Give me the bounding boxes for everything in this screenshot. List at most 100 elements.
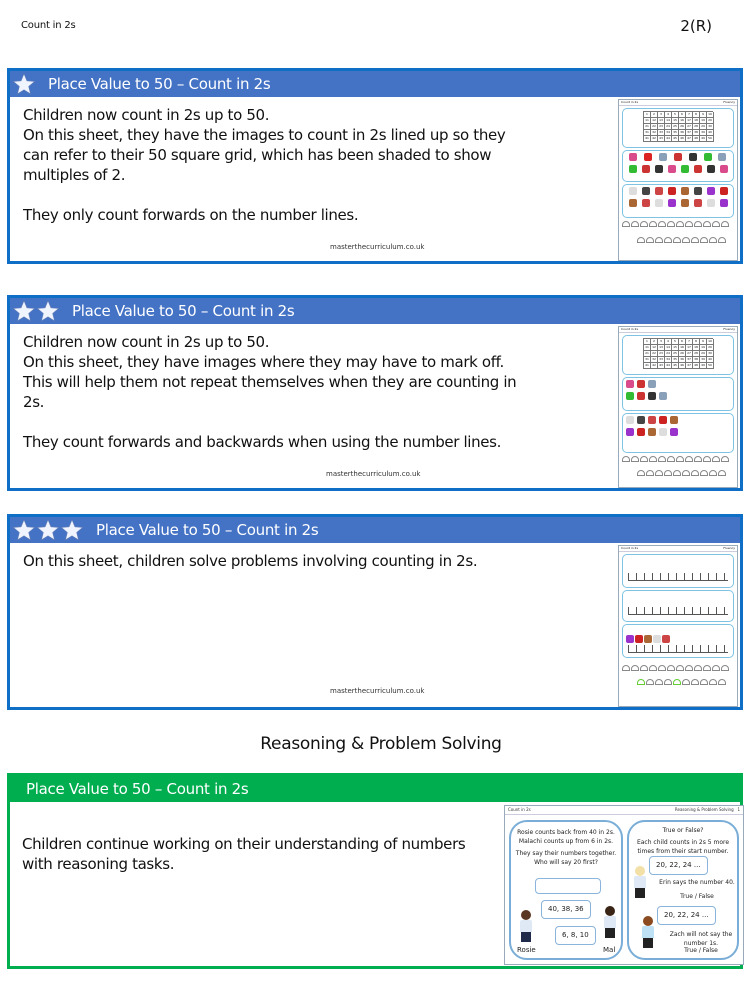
grid-cell: 45 (672, 363, 679, 369)
thumbnail-header: Count in 2s Fluency (619, 546, 737, 552)
rps-card-right: True or False? Each child counts in 2s 5… (627, 820, 739, 960)
speech-bubble-rosie: 40, 38, 36 (541, 900, 591, 919)
panel-title: Place Value to 50 – Count in 2s (96, 521, 319, 539)
grid-cell: 46 (679, 363, 686, 369)
number-line (619, 664, 737, 672)
star-icon (12, 299, 36, 322)
page-number: 2(R) (680, 17, 712, 35)
panel-description: On this sheet, children solve problems i… (23, 552, 478, 570)
card-text-line: Who will say 20 first? (534, 859, 598, 866)
section-title: Reasoning & Problem Solving (260, 734, 502, 754)
statement-erin: Erin says the number 40. (659, 879, 735, 886)
grid-cell: 44 (665, 363, 672, 369)
difficulty-stars (12, 72, 36, 96)
number-line (619, 678, 737, 686)
grid-cell: 41 (644, 363, 651, 369)
grid-cell: 47 (686, 363, 693, 369)
panel-header: Place Value to 50 – Count in 2s (10, 776, 740, 802)
speech-bubble-mal: 6, 8, 10 (555, 926, 596, 945)
difficulty-stars (12, 518, 84, 542)
thumbnail-header: Count in 2s Fluency (619, 327, 737, 333)
hundred-grid-box: 1 2 3 4 5 6 7 8 9 10 11 12 13 14 15 16 17 18 19 20 21 22 23 24 2… (622, 335, 734, 375)
thumbnail-section: Reasoning & Problem Solving (674, 807, 734, 812)
grid-cell: 45 (672, 136, 679, 142)
images-box (622, 377, 734, 411)
grid-cell: 41 (644, 136, 651, 142)
number-line (619, 236, 737, 244)
grid-cell: 48 (693, 363, 700, 369)
images-box (622, 150, 734, 182)
answer-box[interactable] (535, 878, 601, 894)
card-text-line: Rosie counts back from 40 in 2s. (517, 829, 615, 836)
speech-bubble-zach: 20, 22, 24 ... (657, 906, 716, 925)
panel-description: Children continue working on their under… (22, 835, 466, 873)
thumbnail-page-number: 1 (737, 807, 740, 812)
star-icon (36, 299, 60, 322)
true-false-toggle[interactable]: True / False (659, 892, 735, 901)
grid-cell: 42 (651, 136, 658, 142)
grid-cell: 43 (658, 136, 665, 142)
number-line (619, 220, 737, 228)
grid-cell: 49 (700, 363, 707, 369)
worksheet-thumbnail[interactable]: Count in 2s Fluency 1 2 3 4 5 6 7 8 9 10 11 12 13 14 15… (618, 326, 738, 488)
panel-title: Place Value to 50 – Count in 2s (26, 780, 249, 798)
worksheet-thumbnail[interactable]: Count in 2s Fluency 1 2 3 4 5 6 7 8 9 10 11 12 13 14 15… (618, 99, 738, 261)
grid-cell: 50 (707, 136, 714, 142)
thumbnail-header: Count in 2s Reasoning & Problem Solving … (505, 806, 743, 815)
number-line (619, 455, 737, 463)
panel-title: Place Value to 50 – Count in 2s (48, 75, 271, 93)
character-zach (641, 916, 655, 948)
grid-cell: 42 (651, 363, 658, 369)
panel-title: Place Value to 50 – Count in 2s (72, 302, 295, 320)
label-mal: Mal (603, 946, 616, 954)
grid-cell: 43 (658, 363, 665, 369)
credit-text: masterthecurriculum.co.uk (330, 243, 425, 251)
speech-bubble-erin: 20, 22, 24 ... (649, 856, 708, 875)
thumbnail-topic: Count in 2s (508, 807, 531, 812)
credit-text: masterthecurriculum.co.uk (330, 687, 425, 695)
card-text-line: They say their numbers together. (515, 850, 617, 857)
worksheet-thumbnail[interactable]: Count in 2s Fluency (618, 545, 738, 707)
grid-cell: 49 (700, 136, 707, 142)
true-false-toggle[interactable]: True / False (663, 946, 739, 955)
character-erin (633, 866, 647, 898)
grid-cell: 47 (686, 136, 693, 142)
character-rosie (519, 910, 533, 942)
character-mal (603, 906, 617, 938)
thumbnail-header: Count in 2s Fluency (619, 100, 737, 106)
star-icon (36, 518, 60, 541)
grid-cell: 46 (679, 136, 686, 142)
card-instruction: Each child counts in 2s 5 more times fro… (636, 839, 730, 855)
panel-two-star: Place Value to 50 – Count in 2s Children… (7, 295, 743, 491)
problem-box (622, 590, 734, 622)
credit-text: masterthecurriculum.co.uk (326, 470, 421, 478)
panel-description: Children now count in 2s up to 50. On th… (23, 106, 506, 224)
grid-cell: 48 (693, 136, 700, 142)
panel-one-star: Place Value to 50 – Count in 2s Children… (7, 68, 743, 264)
fifty-square-grid: 1 2 3 4 5 6 7 8 9 10 11 12 13 14 15 16 17 18 19 20 21 22 23 24 2… (643, 111, 714, 142)
rps-card-left: Rosie counts back from 40 in 2s. Malachi… (509, 820, 623, 960)
difficulty-stars (12, 299, 60, 323)
card-title: True or False? (662, 827, 704, 834)
images-box (622, 184, 734, 218)
page-header-topic: Count in 2s (21, 20, 76, 31)
fifty-square-grid: 1 2 3 4 5 6 7 8 9 10 11 12 13 14 15 16 17 18 19 20 21 22 23 24 2… (643, 338, 714, 369)
panel-header: Place Value to 50 – Count in 2s (10, 71, 740, 97)
label-rosie: Rosie (517, 946, 536, 954)
grid-cell: 50 (707, 363, 714, 369)
panel-header: Place Value to 50 – Count in 2s (10, 298, 740, 324)
grid-cell: 44 (665, 136, 672, 142)
images-box (622, 413, 734, 453)
number-line (619, 469, 737, 477)
panel-description: Children now count in 2s up to 50. On th… (23, 333, 517, 451)
hundred-grid-box: 1 2 3 4 5 6 7 8 9 10 11 12 13 14 15 16 17 18 19 20 21 22 23 24 2… (622, 108, 734, 148)
problem-box (622, 624, 734, 658)
reasoning-panel: Place Value to 50 – Count in 2s Children… (7, 773, 744, 969)
star-icon (60, 518, 84, 541)
reasoning-worksheet-thumbnail[interactable]: Count in 2s Reasoning & Problem Solving … (504, 805, 744, 965)
card-text-line: Malachi counts up from 6 in 2s. (518, 838, 614, 845)
star-icon (12, 518, 36, 541)
problem-box (622, 554, 734, 588)
star-icon (12, 72, 36, 95)
panel-three-star: Place Value to 50 – Count in 2s On this … (7, 514, 743, 710)
